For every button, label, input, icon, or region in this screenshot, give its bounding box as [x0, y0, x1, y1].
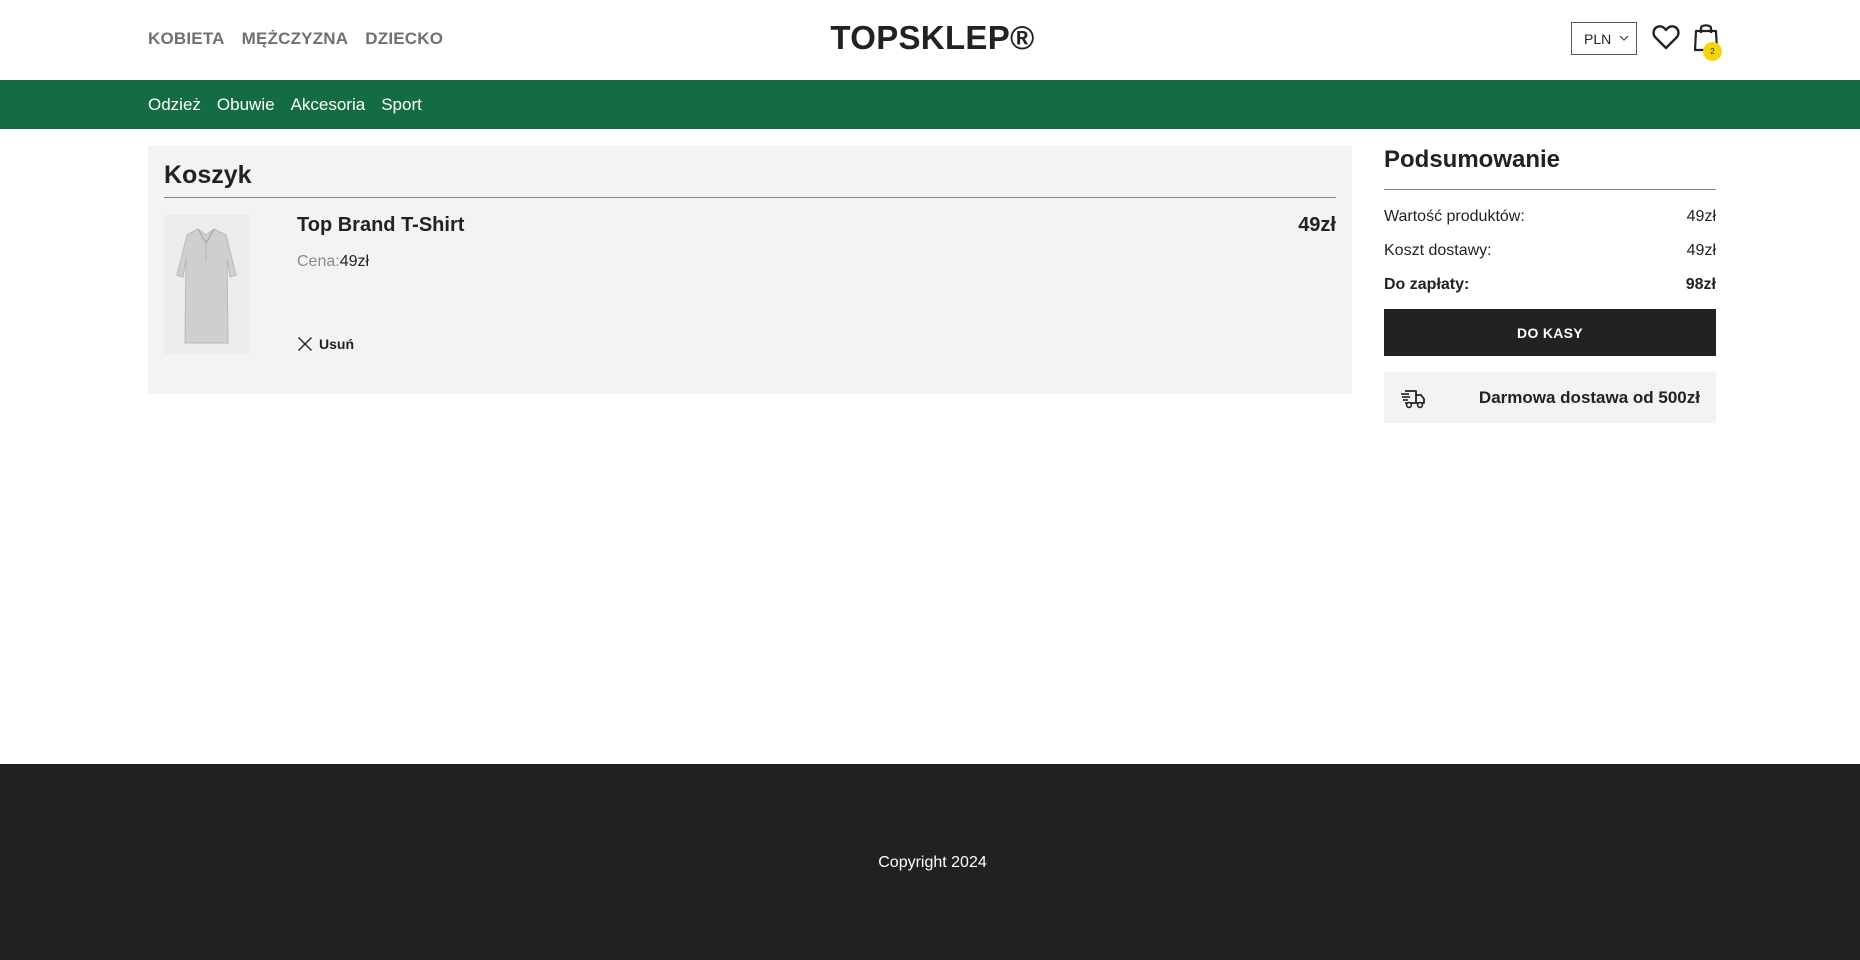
product-unit-price: Cena:49zł — [297, 253, 369, 271]
divider — [164, 197, 1336, 198]
tshirt-dress-image — [164, 215, 249, 354]
product-name[interactable]: Top Brand T-Shirt — [297, 214, 464, 237]
category-odziez[interactable]: Odzież — [148, 95, 201, 115]
summary-value: 49zł — [1686, 242, 1716, 259]
summary-title: Podsumowanie — [1384, 146, 1561, 173]
remove-item-button[interactable]: Usuń — [297, 336, 354, 352]
summary-row-total: Do zapłaty: 98zł — [1384, 268, 1716, 302]
order-summary: Podsumowanie Wartość produktów: 49zł Kos… — [1384, 146, 1716, 302]
site-footer: Copyright 2024 — [0, 764, 1860, 960]
category-akcesoria[interactable]: Akcesoria — [291, 95, 366, 115]
category-bar: Odzież Obuwie Akcesoria Sport — [0, 80, 1860, 129]
currency-value: PLN — [1584, 30, 1612, 47]
chevron-down-icon — [1619, 35, 1629, 41]
summary-label: Koszt dostawy: — [1384, 242, 1492, 259]
unit-price-value: 49zł — [339, 253, 370, 270]
summary-label: Do zapłaty: — [1384, 276, 1470, 293]
cart-title: Koszyk — [164, 161, 252, 189]
remove-item-label: Usuń — [319, 336, 354, 352]
cart-panel: Koszyk Top Brand T-Shirt 49zł Cena:49zł … — [148, 146, 1352, 394]
divider — [1384, 189, 1716, 190]
category-sport[interactable]: Sport — [381, 95, 422, 115]
close-icon — [298, 337, 312, 351]
cart-count-badge: 2 — [1703, 42, 1722, 61]
copyright-text: Copyright 2024 — [878, 854, 987, 871]
summary-value: 98zł — [1685, 276, 1716, 293]
delivery-truck-icon — [1401, 390, 1425, 409]
summary-row-products: Wartość produktów: 49zł — [1384, 200, 1716, 234]
summary-value: 49zł — [1686, 208, 1716, 225]
category-obuwie[interactable]: Obuwie — [217, 95, 275, 115]
site-header: KOBIETA MĘŻCZYZNA DZIECKO TOPSKLEP® PLN … — [0, 0, 1860, 80]
free-delivery-text: Darmowa dostawa od 500zł — [1478, 388, 1700, 407]
checkout-button[interactable]: DO KASY — [1384, 309, 1716, 356]
heart-icon[interactable] — [1652, 24, 1680, 50]
unit-price-label: Cena: — [297, 253, 340, 270]
summary-label: Wartość produktów: — [1384, 208, 1525, 225]
product-total: 49zł — [1298, 214, 1336, 236]
currency-select[interactable]: PLN — [1571, 22, 1637, 55]
summary-row-shipping: Koszt dostawy: 49zł — [1384, 234, 1716, 268]
free-delivery-banner: Darmowa dostawa od 500zł — [1384, 372, 1716, 423]
product-image[interactable] — [164, 215, 249, 354]
